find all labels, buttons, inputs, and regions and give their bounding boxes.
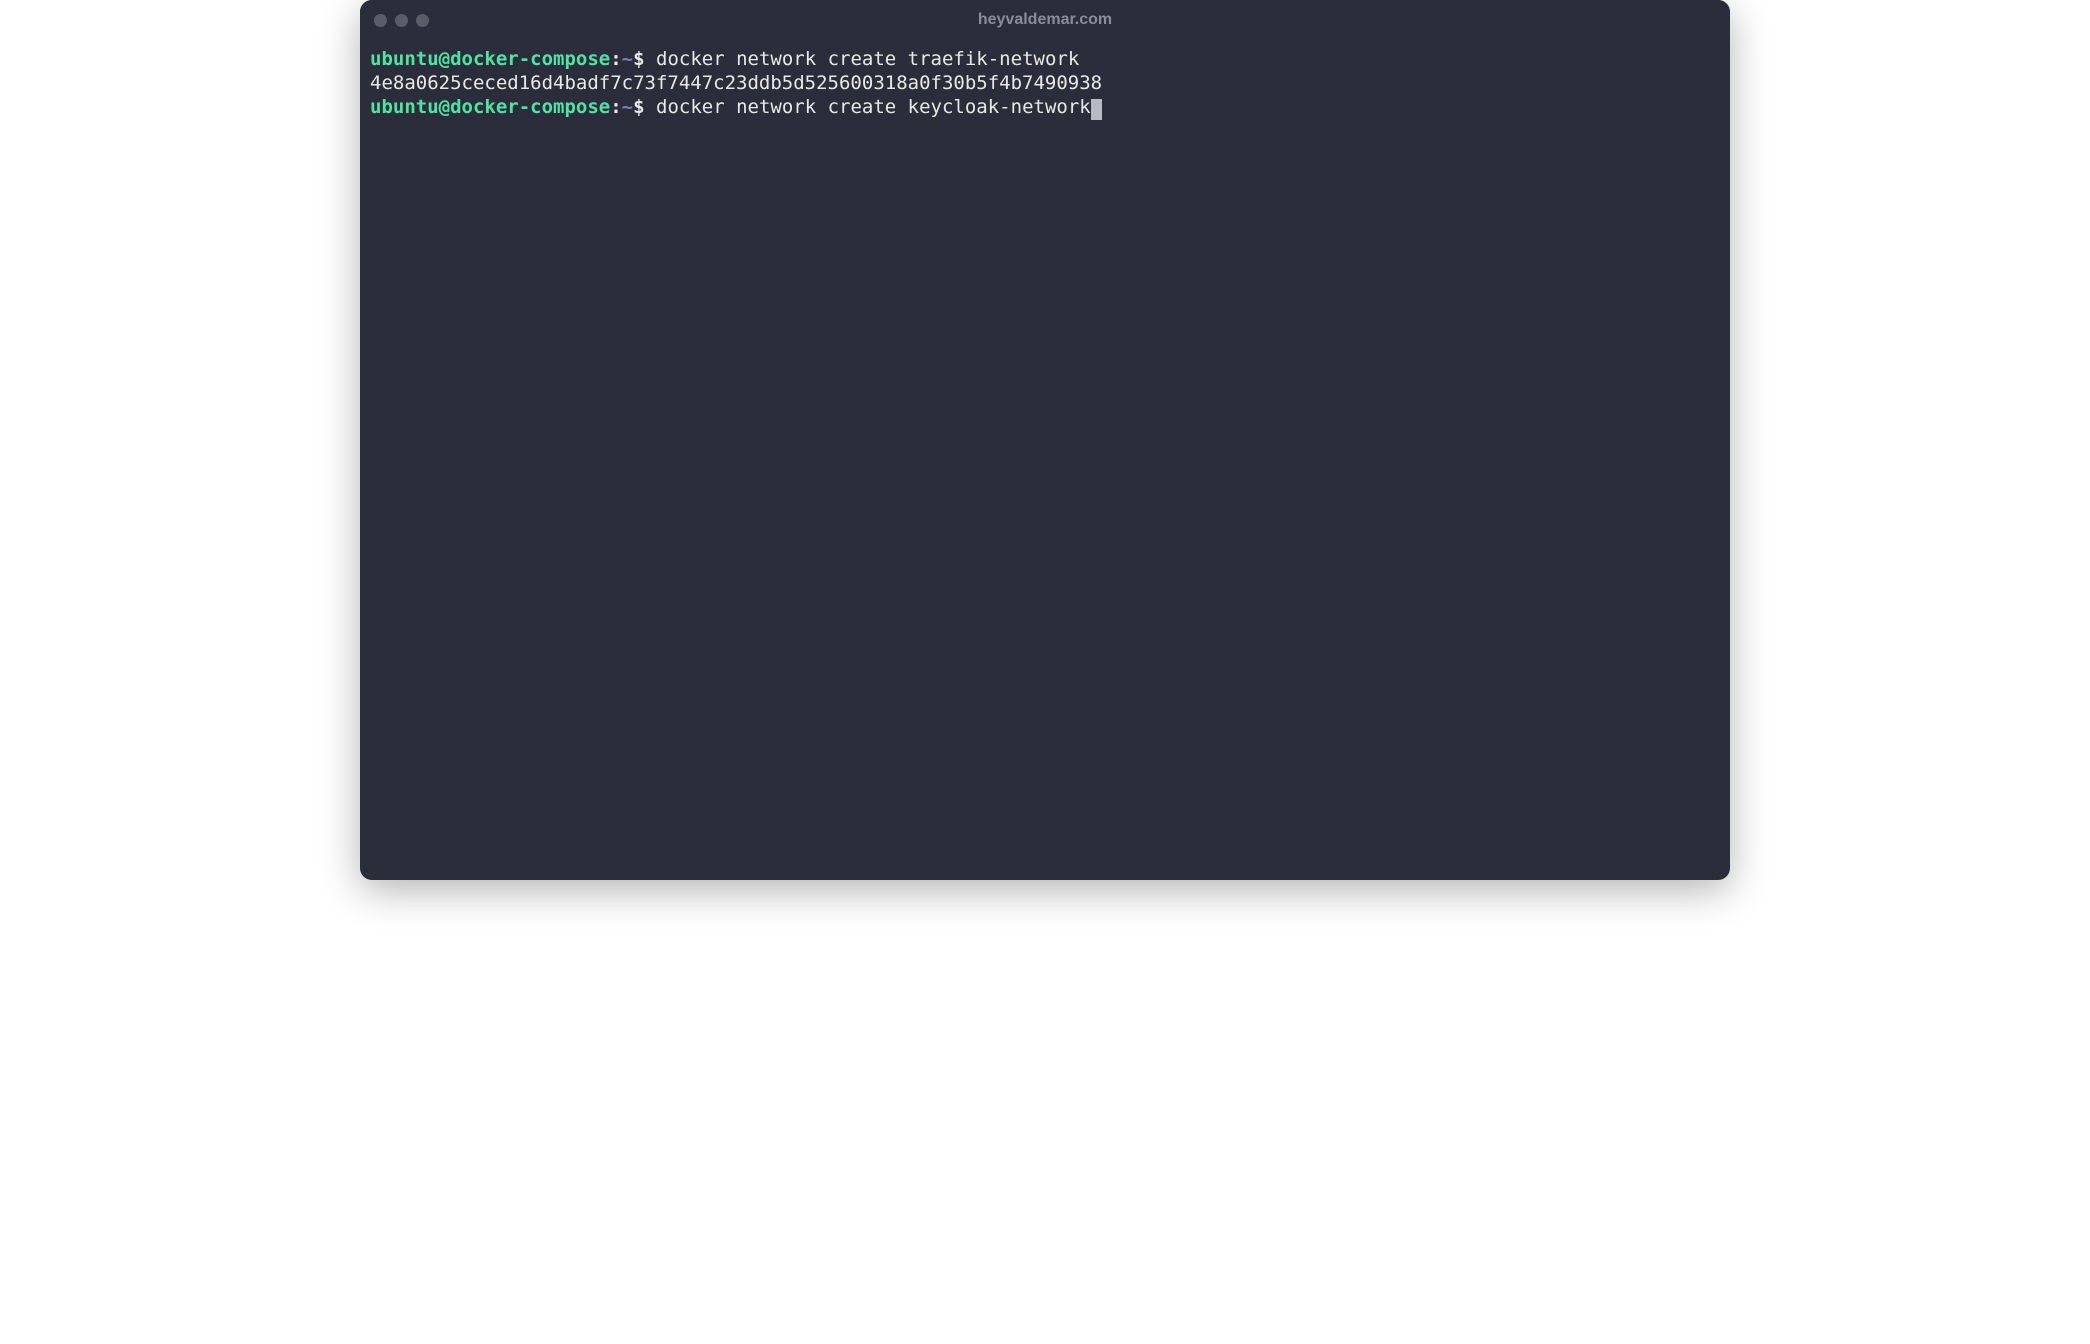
prompt-symbol: $	[633, 48, 644, 70]
output-text: 4e8a0625ceced16d4badf7c73f7447c23ddb5d52…	[370, 72, 1102, 94]
maximize-icon[interactable]	[416, 14, 429, 27]
close-icon[interactable]	[374, 14, 387, 27]
prompt-user-host: ubuntu@docker-compose	[370, 48, 610, 70]
prompt-user-host: ubuntu@docker-compose	[370, 96, 610, 118]
window-title: heyvaldemar.com	[978, 11, 1112, 29]
minimize-icon[interactable]	[395, 14, 408, 27]
prompt-symbol: $	[633, 96, 644, 118]
terminal-line: 4e8a0625ceced16d4badf7c73f7447c23ddb5d52…	[370, 72, 1720, 96]
command-text: docker network create keycloak-network	[645, 96, 1091, 118]
command-text: docker network create traefik-network	[645, 48, 1080, 70]
titlebar: heyvaldemar.com	[360, 0, 1730, 40]
terminal-body[interactable]: ubuntu@docker-compose:~$ docker network …	[360, 40, 1730, 880]
prompt-path: ~	[622, 96, 633, 118]
prompt-colon: :	[610, 48, 621, 70]
terminal-line: ubuntu@docker-compose:~$ docker network …	[370, 96, 1720, 120]
terminal-window: heyvaldemar.com ubuntu@docker-compose:~$…	[360, 0, 1730, 880]
prompt-colon: :	[610, 96, 621, 118]
cursor-icon	[1091, 99, 1102, 120]
prompt-path: ~	[622, 48, 633, 70]
window-controls	[374, 14, 429, 27]
terminal-line: ubuntu@docker-compose:~$ docker network …	[370, 48, 1720, 72]
